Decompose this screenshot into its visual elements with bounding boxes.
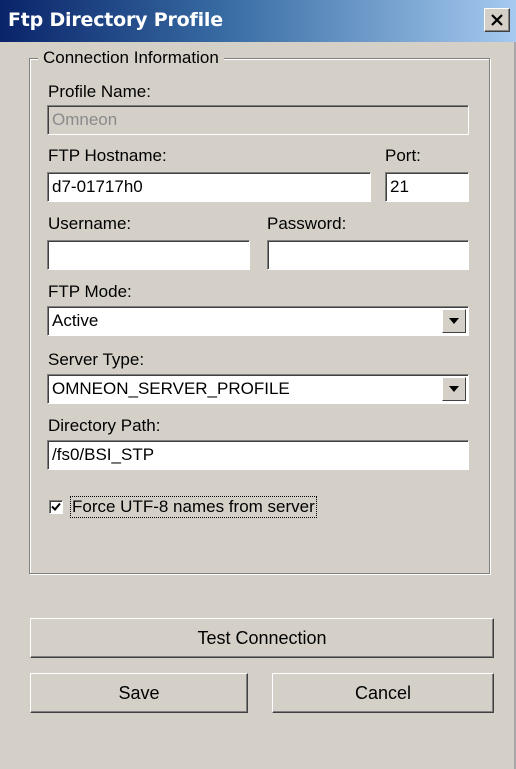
- ftp-hostname-field[interactable]: d7-01717h0: [47, 172, 371, 202]
- force-utf8-checkbox[interactable]: [49, 500, 63, 514]
- test-connection-button[interactable]: Test Connection: [30, 618, 494, 658]
- ftp-mode-dropdown-button[interactable]: [442, 309, 466, 333]
- window-title: Ftp Directory Profile: [8, 9, 223, 31]
- checkmark-icon: [51, 502, 61, 511]
- ftp-directory-profile-dialog: Ftp Directory Profile Connection Informa…: [0, 0, 516, 769]
- profile-name-label: Profile Name:: [48, 82, 151, 101]
- server-type-select[interactable]: OMNEON_SERVER_PROFILE: [47, 374, 469, 404]
- group-legend: Connection Information: [38, 48, 224, 68]
- close-button[interactable]: [484, 8, 510, 32]
- force-utf8-label[interactable]: Force UTF-8 names from server: [70, 496, 317, 518]
- server-type-dropdown-button[interactable]: [442, 377, 466, 401]
- username-label: Username:: [48, 214, 132, 233]
- chevron-down-icon: [449, 386, 459, 392]
- port-field[interactable]: 21: [385, 172, 469, 202]
- directory-path-field[interactable]: /fs0/BSI_STP: [47, 440, 469, 470]
- title-bar[interactable]: Ftp Directory Profile: [0, 0, 516, 42]
- ftp-mode-label: FTP Mode:: [48, 282, 132, 301]
- directory-path-label: Directory Path:: [48, 416, 161, 435]
- profile-name-field[interactable]: Omneon: [47, 105, 469, 135]
- password-label: Password:: [267, 214, 347, 233]
- ftp-mode-select[interactable]: Active: [47, 306, 469, 336]
- cancel-button[interactable]: Cancel: [272, 673, 494, 713]
- server-type-value: OMNEON_SERVER_PROFILE: [52, 379, 290, 398]
- password-field[interactable]: [267, 240, 469, 270]
- port-label: Port:: [385, 146, 421, 165]
- close-icon: [491, 14, 503, 26]
- chevron-down-icon: [449, 318, 459, 324]
- username-field[interactable]: [47, 240, 250, 270]
- ftp-hostname-label: FTP Hostname:: [48, 146, 167, 165]
- server-type-label: Server Type:: [48, 350, 145, 369]
- ftp-mode-value: Active: [52, 311, 99, 330]
- save-button[interactable]: Save: [30, 673, 248, 713]
